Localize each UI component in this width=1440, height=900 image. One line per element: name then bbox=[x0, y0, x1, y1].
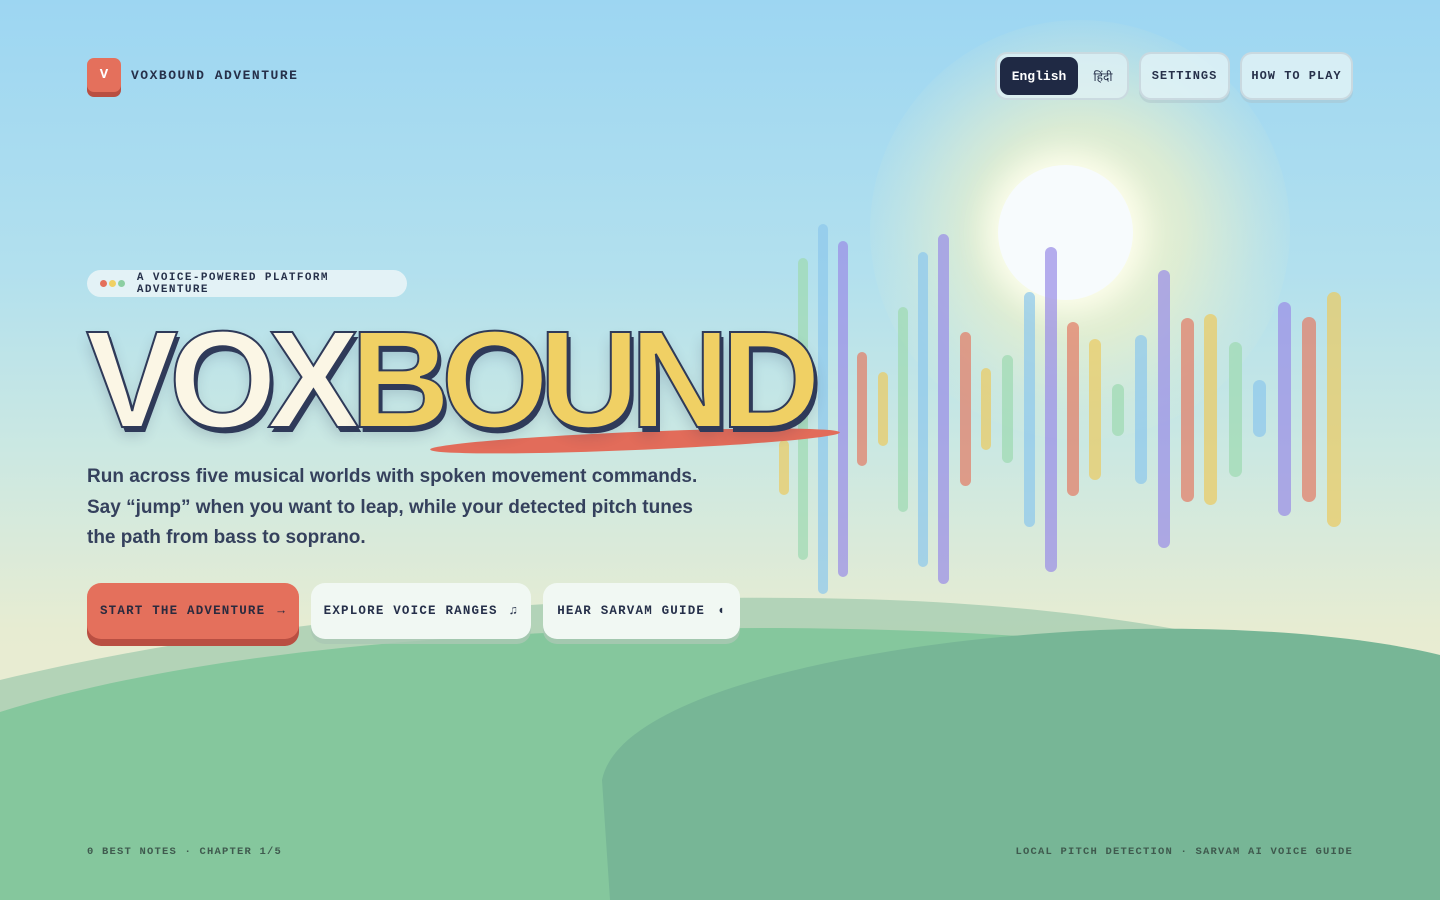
title-part-bound: BOUND bbox=[349, 303, 821, 457]
hear-sarvam-guide-button[interactable]: HEAR SARVAM GUIDE ◖ bbox=[543, 583, 740, 639]
start-adventure-label: START THE ADVENTURE bbox=[99, 604, 266, 618]
logo-mark[interactable]: V bbox=[87, 58, 121, 92]
title-part-vox: VOX bbox=[85, 303, 360, 457]
speaker-icon: ◖ bbox=[717, 604, 726, 618]
tagline-text: A VOICE-POWERED PLATFORM ADVENTURE bbox=[136, 271, 329, 296]
music-note-icon: ♫ bbox=[509, 604, 519, 618]
settings-button[interactable]: SETTINGS bbox=[1139, 52, 1230, 100]
footer-progress: 0 BEST NOTES · CHAPTER 1/5 bbox=[87, 846, 283, 858]
hero-title: VOXBOUND bbox=[85, 309, 821, 451]
tagline-pill: A VOICE-POWERED PLATFORM ADVENTURE bbox=[87, 270, 407, 297]
arrow-right-icon: → bbox=[277, 604, 287, 618]
language-english-button[interactable]: English bbox=[1000, 57, 1078, 95]
hear-sarvam-guide-label: HEAR SARVAM GUIDE bbox=[557, 604, 706, 618]
language-switcher: English हिंदी bbox=[995, 52, 1129, 100]
hero-description: Run across five musical worlds with spok… bbox=[87, 466, 698, 548]
tagline-dot bbox=[117, 280, 125, 287]
header: V VOXBOUND ADVENTURE English हिंदी SETTI… bbox=[87, 52, 1353, 100]
explore-voice-ranges-button[interactable]: EXPLORE VOICE RANGES ♫ bbox=[311, 583, 531, 639]
explore-voice-ranges-label: EXPLORE VOICE RANGES bbox=[323, 604, 498, 618]
language-hindi-button[interactable]: हिंदी bbox=[1081, 57, 1125, 95]
tagline-dot bbox=[108, 280, 116, 287]
how-to-play-button[interactable]: HOW TO PLAY bbox=[1240, 52, 1353, 100]
footer-credits: LOCAL PITCH DETECTION · SARVAM AI VOICE … bbox=[1015, 846, 1353, 858]
start-adventure-button[interactable]: START THE ADVENTURE → bbox=[87, 583, 299, 639]
brand-name[interactable]: VOXBOUND ADVENTURE bbox=[131, 68, 298, 83]
tagline-dot bbox=[100, 280, 107, 287]
